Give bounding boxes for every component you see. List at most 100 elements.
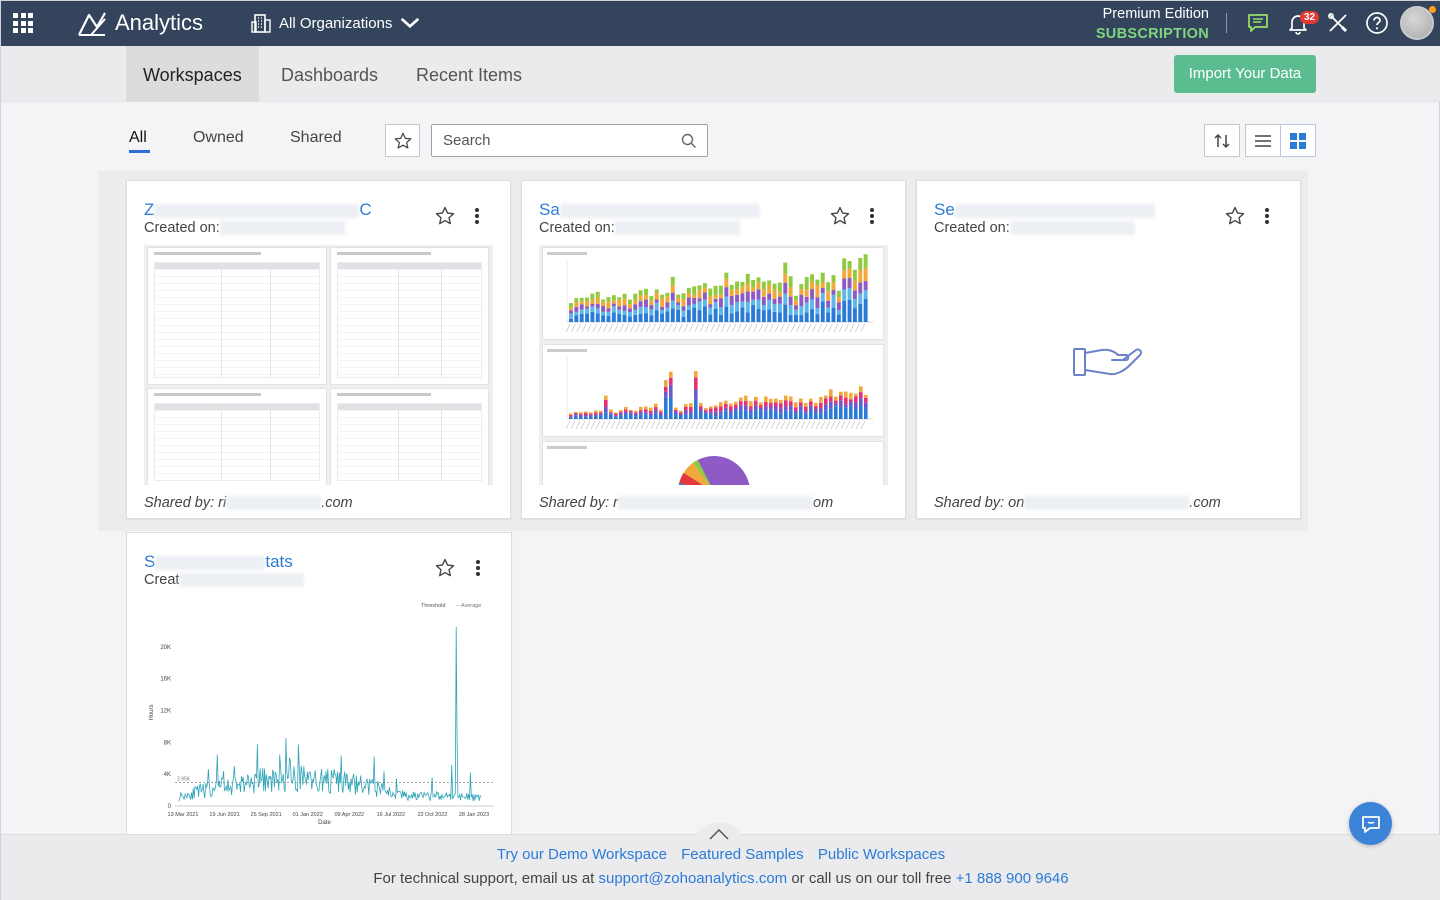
bar-segment (595, 313, 600, 322)
chat-button[interactable] (1349, 802, 1392, 845)
bar-segment (624, 411, 628, 414)
bar-segment (719, 414, 723, 419)
bar-segment (633, 293, 638, 301)
tick-label-blur (645, 420, 651, 430)
workspace-title[interactable]: Sa (539, 200, 760, 220)
bar-segment (849, 399, 853, 402)
tick-label-blur (850, 420, 856, 430)
workspace-card[interactable]: ZC Created on: Shared by: ri .com (126, 180, 511, 519)
bar-segment (756, 308, 761, 322)
bar-segment (756, 282, 761, 290)
public-workspaces-link[interactable]: Public Workspaces (818, 846, 945, 863)
tab-recent-items[interactable]: Recent Items (399, 46, 539, 102)
star-icon[interactable] (434, 205, 456, 227)
bar-segment (754, 410, 758, 419)
bar-segment (772, 311, 777, 322)
bar-segment (789, 406, 793, 411)
bar-segment (799, 406, 803, 411)
help-icon[interactable] (1365, 11, 1389, 35)
import-data-button[interactable]: Import Your Data (1174, 55, 1316, 93)
workspace-created: Created on: (539, 220, 740, 236)
edition-info[interactable]: Premium Edition SUBSCRIPTION (1096, 4, 1209, 44)
star-icon[interactable] (829, 205, 851, 227)
bar-segment (854, 393, 858, 397)
bar-segment (644, 414, 648, 419)
bar-segment (644, 313, 648, 322)
support-phone-link[interactable]: +1 888 900 9646 (956, 870, 1069, 887)
filter-shared[interactable]: Shared (290, 129, 342, 147)
tick-label-blur (795, 420, 801, 430)
bar-segment (714, 411, 718, 417)
search-box (431, 124, 708, 157)
more-menu-icon[interactable] (473, 205, 481, 227)
apps-grid-icon[interactable] (13, 13, 33, 33)
more-menu-icon[interactable] (1263, 205, 1271, 227)
workspace-created: Creat (144, 572, 305, 588)
filter-owned[interactable]: Owned (193, 129, 244, 147)
tab-workspaces[interactable]: Workspaces (126, 46, 259, 102)
tick-label-blur (780, 420, 786, 430)
tab-dashboards[interactable]: Dashboards (264, 46, 395, 102)
feedback-icon[interactable] (1246, 11, 1270, 35)
star-icon[interactable] (434, 557, 456, 579)
grid-view-button[interactable] (1280, 124, 1316, 157)
bar-segment (649, 305, 654, 310)
filter-all[interactable]: All (129, 129, 147, 147)
bar-segment (804, 302, 809, 313)
search-input[interactable] (432, 125, 662, 156)
workspace-card[interactable]: Sa Created on: Shared by: r om (521, 180, 906, 519)
bar-segment (794, 305, 798, 310)
tick-label-blur (731, 323, 737, 333)
bar-segment (574, 413, 578, 416)
more-menu-icon[interactable] (474, 557, 482, 579)
tick-label-blur (780, 323, 785, 333)
bar-segment (660, 294, 665, 299)
subscription-link[interactable]: SUBSCRIPTION (1096, 24, 1209, 44)
bar-segment (767, 284, 772, 294)
bar-segment (681, 298, 686, 307)
search-icon[interactable] (681, 133, 697, 149)
tools-icon[interactable] (1326, 11, 1350, 35)
sort-button[interactable] (1204, 124, 1240, 157)
bar-segment (697, 285, 702, 290)
star-icon[interactable] (1224, 205, 1246, 227)
bar-segment (783, 262, 788, 274)
bar-segment (834, 400, 838, 404)
workspace-title[interactable]: Se (934, 200, 1155, 220)
bar-segment (734, 408, 738, 411)
tick-label-blur (630, 420, 636, 430)
workspace-title[interactable]: ZC (144, 200, 372, 220)
bar-segment (772, 298, 777, 304)
bar-segment (847, 288, 852, 300)
legend-threshold: Threshold (421, 603, 445, 609)
bar-segment (595, 297, 600, 304)
bar-segment (744, 401, 748, 406)
more-menu-icon[interactable] (868, 205, 876, 227)
footer-collapse-toggle[interactable] (694, 823, 744, 845)
bar-segment (611, 300, 616, 304)
bar-segment (713, 298, 718, 303)
bar-segment (644, 409, 648, 413)
favorites-filter-button[interactable] (385, 124, 420, 157)
support-email-link[interactable]: support@zohoanalytics.com (599, 870, 788, 887)
workspace-card[interactable]: Se Created on: Shared by: on .com (916, 180, 1301, 519)
featured-samples-link[interactable]: Featured Samples (681, 846, 804, 863)
bar-segment (589, 413, 593, 416)
bar-segment (664, 379, 668, 387)
org-selector[interactable]: All Organizations (251, 12, 420, 34)
bar-segment (831, 282, 836, 290)
bar-segment (784, 406, 788, 411)
y-axis-label: Hours (149, 704, 155, 720)
bar-segment (664, 386, 668, 392)
bar-segment (686, 305, 691, 310)
demo-workspace-link[interactable]: Try our Demo Workspace (497, 846, 667, 863)
list-view-button[interactable] (1245, 124, 1281, 157)
bar-segment (745, 291, 750, 302)
workspace-card[interactable]: Stats Creat Threshold -- Average 0 4K 8K 12K 1… (126, 532, 512, 842)
brand[interactable]: Analytics (77, 9, 203, 37)
bar-segment (794, 314, 798, 322)
bar-segment (569, 416, 573, 418)
workspace-title[interactable]: Stats (144, 552, 293, 572)
bar-segment (569, 303, 573, 308)
bar-segment (794, 407, 798, 411)
